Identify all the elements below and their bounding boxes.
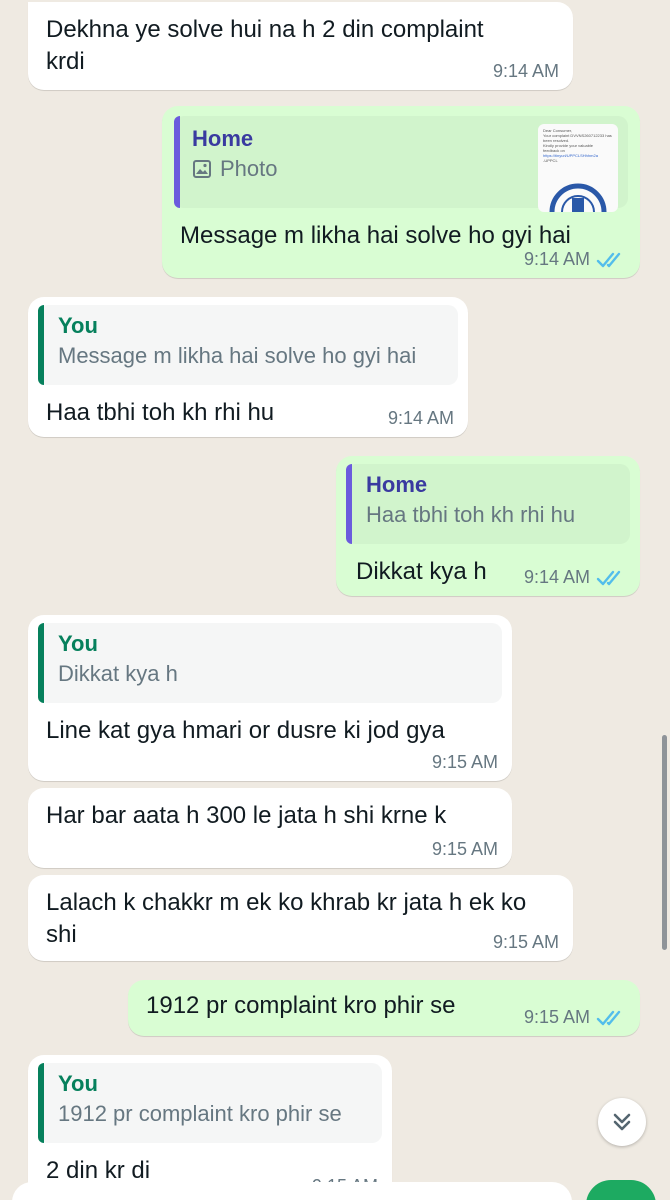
double-check-icon	[596, 570, 621, 585]
message-meta: 9:15 AM	[432, 752, 498, 773]
message-bubble-incoming[interactable]: You Message m likha hai solve ho gyi hai…	[28, 297, 468, 437]
message-time: 9:14 AM	[492, 61, 559, 81]
message-time: 9:14 AM	[523, 249, 590, 269]
message-time: 9:14 AM	[523, 567, 590, 587]
message-bubble-incoming[interactable]: Har bar aata h 300 le jata h shi krne k …	[28, 788, 512, 868]
message-bubble-incoming[interactable]: You Dikkat kya h Line kat gya hmari or d…	[28, 615, 512, 781]
scroll-to-bottom-button[interactable]	[598, 1098, 646, 1146]
quoted-message[interactable]: You 1912 pr complaint kro phir se	[38, 1063, 382, 1143]
message-text: Message m likha hai solve ho gyi hai	[180, 222, 571, 249]
double-check-icon	[596, 252, 621, 267]
quote-author: Home	[366, 472, 428, 497]
quoted-message[interactable]: You Dikkat kya h	[38, 623, 502, 703]
double-check-icon	[596, 1010, 621, 1025]
message-text: Line kat gya hmari or dusre ki jod gya	[46, 717, 445, 744]
quoted-message[interactable]: Home Photo Dear Consumer, Your complaint…	[174, 116, 628, 212]
message-meta: 9:15 AM	[493, 932, 559, 953]
message-bubble-incoming[interactable]: Dekhna ye solve hui na h 2 din complaint…	[28, 2, 573, 90]
quote-text: Message m likha hai solve ho gyi hai	[58, 343, 417, 368]
quote-text: Haa tbhi toh kh rhi hu	[366, 502, 576, 527]
message-text: Lalach k chakkr m ek ko khrab kr jata h …	[46, 889, 527, 948]
message-bubble-outgoing[interactable]: 1912 pr complaint kro phir se 9:15 AM	[128, 980, 640, 1036]
message-time: 9:15 AM	[431, 839, 498, 859]
message-meta: 9:15 AM	[432, 839, 498, 860]
message-bubble-incoming[interactable]: Lalach k chakkr m ek ko khrab kr jata h …	[28, 875, 573, 961]
scrollbar-thumb[interactable]	[662, 735, 667, 950]
message-meta: 9:14 AM	[524, 567, 626, 588]
message-meta: 9:14 AM	[493, 61, 559, 82]
logo-icon	[549, 183, 607, 212]
message-bubble-outgoing[interactable]: Home Photo Dear Consumer, Your complaint…	[162, 106, 640, 278]
quote-author: You	[58, 631, 98, 656]
quote-author: You	[58, 313, 98, 338]
message-time: 9:15 AM	[492, 932, 559, 952]
message-time: 9:15 AM	[431, 752, 498, 772]
image-icon	[193, 160, 211, 178]
chevron-double-down-icon	[613, 1113, 631, 1131]
chat-area: Dekhna ye solve hui na h 2 din complaint…	[0, 0, 670, 1200]
message-text: Har bar aata h 300 le jata h shi krne k	[46, 802, 447, 829]
message-meta: 9:14 AM	[524, 249, 626, 270]
quote-text: Dikkat kya h	[58, 661, 178, 686]
message-meta: 9:15 AM	[524, 1007, 626, 1028]
message-input[interactable]	[12, 1182, 572, 1200]
message-time: 9:14 AM	[387, 408, 454, 428]
message-meta: 9:14 AM	[388, 408, 454, 429]
quote-author: You	[58, 1071, 98, 1096]
message-text: Dekhna ye solve hui na h 2 din complaint…	[46, 16, 484, 75]
quoted-message[interactable]: Home Haa tbhi toh kh rhi hu	[346, 464, 630, 544]
quoted-photo-thumbnail[interactable]: Dear Consumer, Your complaint DVVNS26071…	[538, 124, 618, 212]
quoted-message[interactable]: You Message m likha hai solve ho gyi hai	[38, 305, 458, 385]
message-bubble-incoming[interactable]: You 1912 pr complaint kro phir se 2 din …	[28, 1055, 392, 1200]
message-time: 9:15 AM	[523, 1007, 590, 1027]
message-bubble-outgoing[interactable]: Home Haa tbhi toh kh rhi hu Dikkat kya h…	[336, 456, 640, 596]
quote-text: 1912 pr complaint kro phir se	[58, 1101, 342, 1126]
